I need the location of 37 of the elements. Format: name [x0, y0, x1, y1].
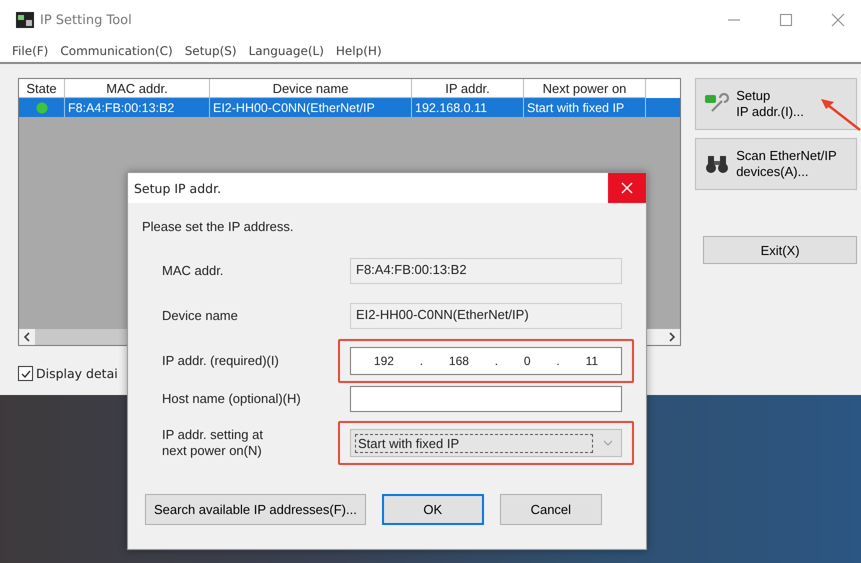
dialog-button[interactable]: Search available IP addresses(F)... [145, 494, 366, 525]
close-button[interactable] [608, 173, 646, 203]
readonly-field: F8:A4:FB:00:13:B2 [350, 258, 622, 284]
dialog-title: Setup IP addr. [134, 180, 222, 196]
scan-button[interactable]: Scan EtherNet/IP devices(A)... [695, 138, 857, 190]
binoculars-icon [704, 153, 730, 175]
dropdown[interactable]: Start with fixed IP [350, 429, 622, 457]
checkbox[interactable] [18, 366, 33, 381]
menu-item[interactable]: Help(H) [336, 44, 382, 58]
field-label: IP addr. (required)(I) [162, 353, 280, 369]
menu-item[interactable]: Communication(C) [60, 44, 173, 58]
exit-button[interactable]: Exit(X) [703, 236, 857, 264]
table-cell: EI2-HH00-C0NN(EtherNet/IP [210, 98, 412, 117]
field-label: IP addr. setting at next power on(N) [162, 427, 264, 459]
annotation-arrow [820, 96, 861, 132]
field-label: Device name [162, 308, 239, 324]
menu-item[interactable]: Language(L) [248, 44, 324, 58]
input-field[interactable] [350, 386, 622, 412]
maximize-icon[interactable] [779, 13, 793, 27]
prompt-text: Please set the IP address. [142, 219, 295, 234]
table-cell: F8:A4:FB:00:13:B2 [65, 98, 210, 117]
table-row[interactable]: F8:A4:FB:00:13:B2 EI2-HH00-C0NN(EtherNet/IP 192.168.0.11 Start with fixed IP [19, 98, 680, 117]
readonly-field: EI2-HH00-C0NN(EtherNet/IP) [350, 302, 622, 328]
field-label: MAC addr. [162, 262, 224, 278]
dialog-button[interactable]: Cancel [500, 494, 602, 525]
menu-item[interactable]: Setup(S) [184, 44, 237, 58]
dialog-button[interactable]: OK [382, 494, 484, 525]
setup-ip-button[interactable]: Setup IP addr.(I)... [695, 78, 857, 130]
ip-address-field[interactable]: 192 . 168 . 0 . 11 [350, 347, 622, 375]
table-cell: 192.168.0.11 [412, 98, 524, 117]
table-cell: Start with fixed IP [524, 98, 646, 117]
menu-item[interactable]: File(F) [12, 44, 48, 58]
close-icon[interactable] [831, 13, 845, 27]
field-label: Host name (optional)(H) [162, 391, 302, 407]
app-icon [16, 12, 34, 28]
window-title: IP Setting Tool [40, 12, 132, 28]
checkbox-label[interactable]: Display detai [36, 366, 118, 381]
